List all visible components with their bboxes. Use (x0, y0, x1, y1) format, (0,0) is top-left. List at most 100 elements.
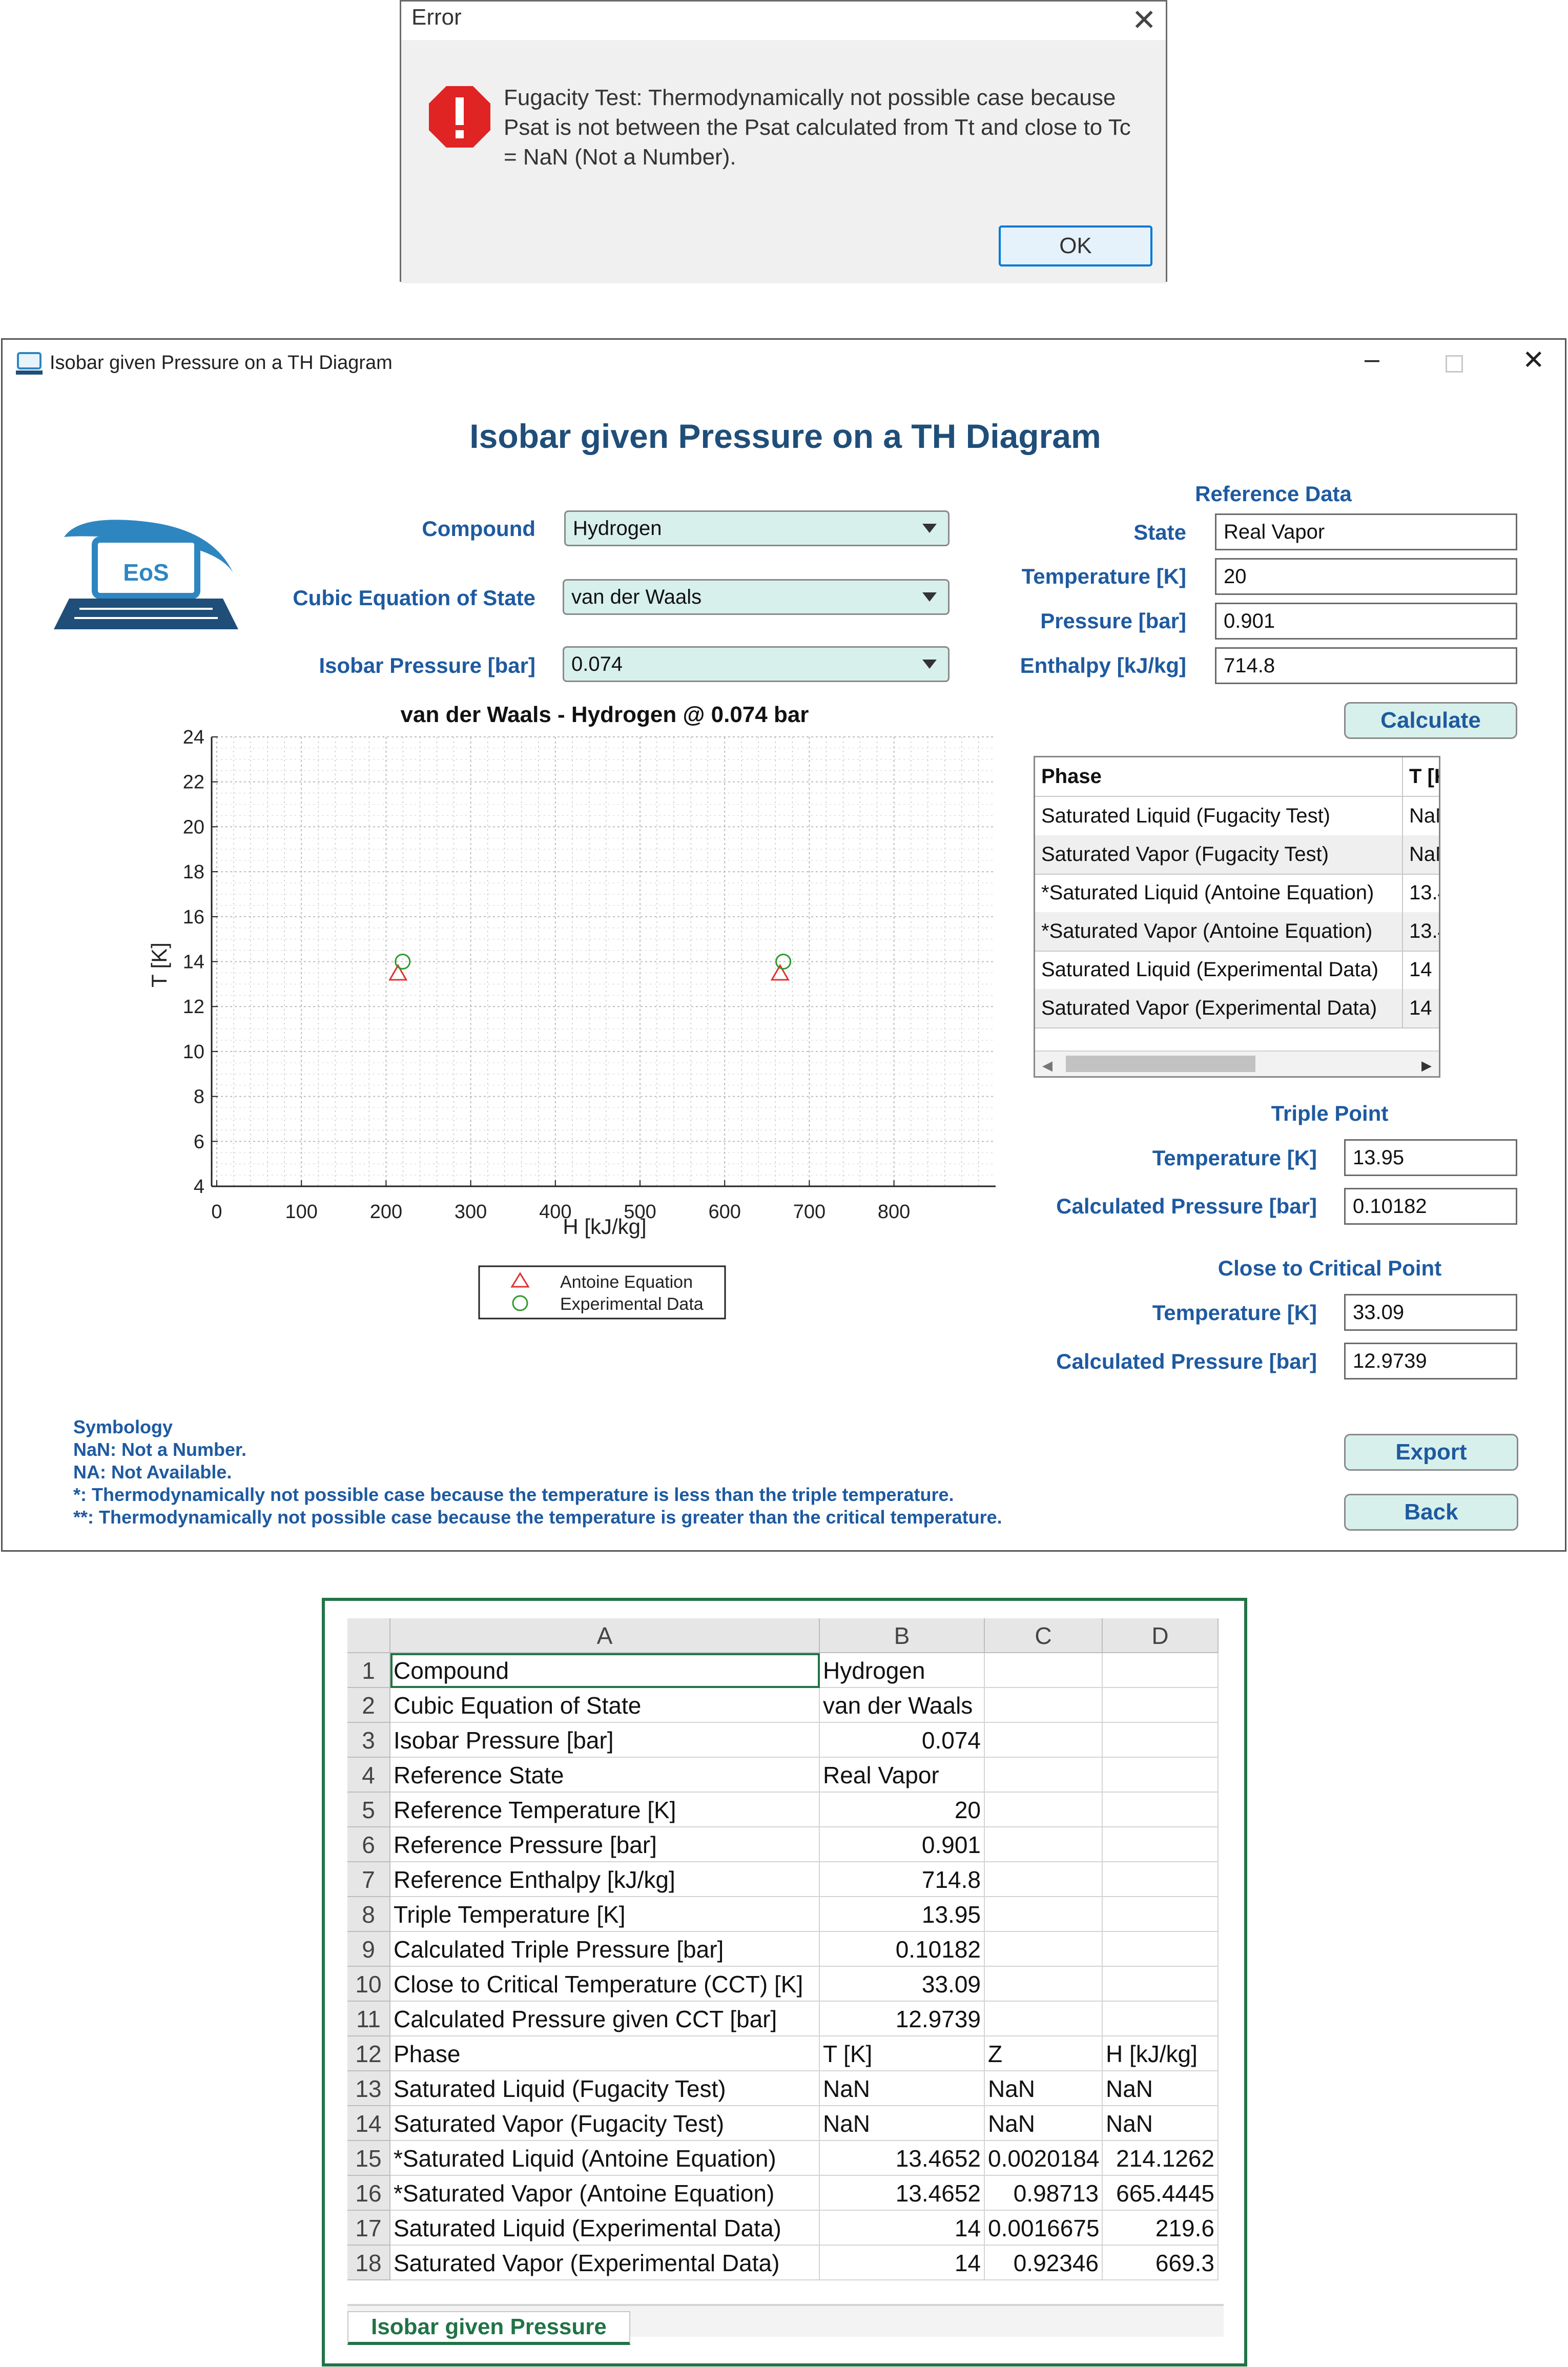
sheet-tab[interactable]: Isobar given Pressure (347, 2311, 630, 2345)
cell[interactable] (1103, 1932, 1219, 1967)
table-row[interactable]: Saturated Vapor (Experimental Data) 14 (1035, 989, 1439, 1028)
cell[interactable]: 33.09 (820, 1967, 985, 2002)
cell[interactable] (1103, 1827, 1219, 1862)
row-header[interactable]: 9 (347, 1932, 390, 1967)
cell[interactable] (1103, 1688, 1219, 1723)
eos-dropdown[interactable]: van der Waals (563, 579, 950, 615)
cell[interactable]: H [kJ/kg] (1103, 2036, 1219, 2071)
row-header[interactable]: 5 (347, 1793, 390, 1827)
row-header[interactable]: 10 (347, 1967, 390, 2002)
cell[interactable]: Reference State (390, 1758, 820, 1793)
column-header-b[interactable]: B (820, 1618, 985, 1653)
cell[interactable] (985, 1688, 1103, 1723)
cell[interactable]: Triple Temperature [K] (390, 1897, 820, 1932)
row-header[interactable]: 6 (347, 1827, 390, 1862)
cell[interactable]: 0.901 (820, 1827, 985, 1862)
cell[interactable]: Saturated Liquid (Fugacity Test) (390, 2071, 820, 2106)
cell[interactable]: 665.4445 (1103, 2176, 1219, 2211)
cell[interactable] (985, 1932, 1103, 1967)
ref-enthalpy-field[interactable]: 714.8 (1215, 647, 1517, 684)
cell[interactable]: 214.1262 (1103, 2141, 1219, 2176)
cell[interactable] (1103, 1967, 1219, 2002)
row-header[interactable]: 16 (347, 2176, 390, 2211)
cell[interactable]: Saturated Vapor (Fugacity Test) (390, 2106, 820, 2141)
cell[interactable]: 0.98713 (985, 2176, 1103, 2211)
minimize-icon[interactable]: – (1365, 344, 1379, 375)
table-row[interactable]: Saturated Liquid (Experimental Data) 14 (1035, 951, 1439, 990)
scroll-right-icon[interactable]: ▶ (1421, 1058, 1432, 1074)
cell[interactable]: 20 (820, 1793, 985, 1827)
cell[interactable]: Reference Temperature [K] (390, 1793, 820, 1827)
window-close-icon[interactable]: ✕ (1522, 345, 1545, 376)
cell[interactable] (1103, 1653, 1219, 1688)
cell[interactable]: *Saturated Liquid (Antoine Equation) (390, 2141, 820, 2176)
ref-pressure-field[interactable]: 0.901 (1215, 603, 1517, 640)
cell[interactable]: 14 (820, 2211, 985, 2246)
critical-temp-field[interactable]: 33.09 (1344, 1294, 1517, 1331)
cell[interactable]: Compound (390, 1653, 820, 1688)
cell[interactable]: 0.074 (820, 1723, 985, 1758)
cell[interactable] (1103, 1758, 1219, 1793)
maximize-icon[interactable] (1446, 355, 1463, 373)
cell[interactable]: 12.9739 (820, 2002, 985, 2036)
table-row[interactable]: *Saturated Vapor (Antoine Equation) 13.4… (1035, 912, 1439, 952)
cell[interactable]: *Saturated Vapor (Antoine Equation) (390, 2176, 820, 2211)
triple-pressure-field[interactable]: 0.10182 (1344, 1188, 1517, 1225)
cell[interactable]: NaN (985, 2071, 1103, 2106)
cell[interactable]: Calculated Triple Pressure [bar] (390, 1932, 820, 1967)
cell[interactable] (985, 1967, 1103, 2002)
row-header[interactable]: 2 (347, 1688, 390, 1723)
cell[interactable]: Saturated Liquid (Experimental Data) (390, 2211, 820, 2246)
column-header-d[interactable]: D (1103, 1618, 1219, 1653)
row-header[interactable]: 8 (347, 1897, 390, 1932)
cell[interactable]: Real Vapor (820, 1758, 985, 1793)
ok-button[interactable]: OK (999, 225, 1152, 266)
row-header[interactable]: 14 (347, 2106, 390, 2141)
cell[interactable]: 13.95 (820, 1897, 985, 1932)
table-header-phase[interactable]: Phase (1035, 757, 1403, 796)
scrollbar-thumb[interactable] (1066, 1056, 1255, 1072)
cell[interactable] (1103, 1862, 1219, 1897)
cell[interactable]: van der Waals (820, 1688, 985, 1723)
table-row[interactable]: *Saturated Liquid (Antoine Equation) 13.… (1035, 874, 1439, 913)
row-header[interactable]: 15 (347, 2141, 390, 2176)
export-button[interactable]: Export (1344, 1434, 1518, 1471)
close-icon[interactable]: ✕ (1131, 3, 1157, 38)
row-header[interactable]: 17 (347, 2211, 390, 2246)
select-all-corner[interactable] (347, 1618, 390, 1653)
cell[interactable] (985, 2002, 1103, 2036)
cell[interactable]: 0.10182 (820, 1932, 985, 1967)
row-header[interactable]: 11 (347, 2002, 390, 2036)
cell[interactable]: Z (985, 2036, 1103, 2071)
cell[interactable]: Reference Enthalpy [kJ/kg] (390, 1862, 820, 1897)
compound-dropdown[interactable]: Hydrogen (564, 510, 950, 546)
row-header[interactable]: 12 (347, 2036, 390, 2071)
row-header[interactable]: 13 (347, 2071, 390, 2106)
cell[interactable] (985, 1897, 1103, 1932)
column-header-a[interactable]: A (390, 1618, 820, 1653)
cell[interactable]: Calculated Pressure given CCT [bar] (390, 2002, 820, 2036)
cell[interactable] (1103, 2002, 1219, 2036)
cell[interactable]: Reference Pressure [bar] (390, 1827, 820, 1862)
scroll-left-icon[interactable]: ◀ (1042, 1058, 1053, 1074)
cell[interactable]: 0.0016675 (985, 2211, 1103, 2246)
ref-temp-field[interactable]: 20 (1215, 558, 1517, 595)
cell[interactable] (985, 1653, 1103, 1688)
cell[interactable]: NaN (985, 2106, 1103, 2141)
back-button[interactable]: Back (1344, 1494, 1518, 1531)
cell[interactable] (985, 1793, 1103, 1827)
cell[interactable]: Close to Critical Temperature (CCT) [K] (390, 1967, 820, 2002)
cell[interactable]: Saturated Vapor (Experimental Data) (390, 2246, 820, 2280)
row-header[interactable]: 1 (347, 1653, 390, 1688)
table-header-t[interactable]: T [K] (1403, 757, 1439, 796)
cell[interactable]: NaN (1103, 2071, 1219, 2106)
table-row[interactable]: Saturated Liquid (Fugacity Test) NaN (1035, 797, 1439, 836)
cell[interactable] (1103, 1793, 1219, 1827)
cell[interactable]: Phase (390, 2036, 820, 2071)
cell[interactable]: 669.3 (1103, 2246, 1219, 2280)
cell[interactable]: NaN (820, 2106, 985, 2141)
cell[interactable]: T [K] (820, 2036, 985, 2071)
cell[interactable]: Hydrogen (820, 1653, 985, 1688)
cell[interactable]: NaN (1103, 2106, 1219, 2141)
cell[interactable]: 219.6 (1103, 2211, 1219, 2246)
